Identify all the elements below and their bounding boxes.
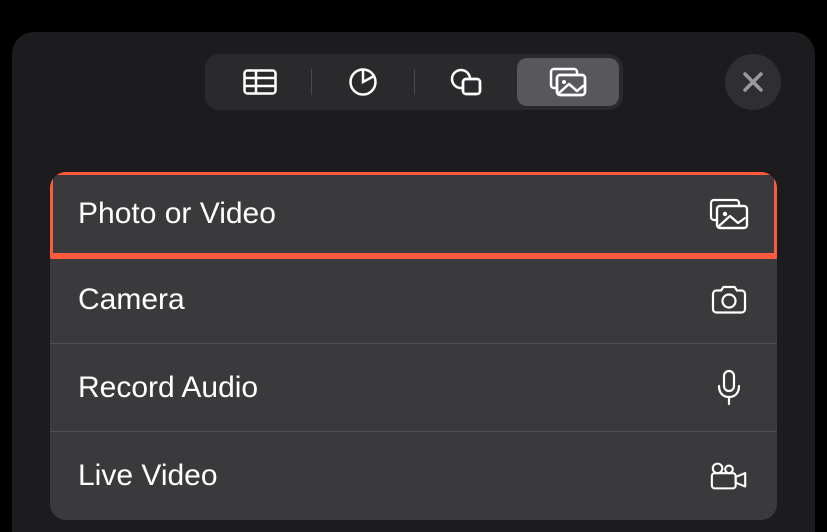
toolbar: [12, 54, 815, 110]
media-icon: [548, 62, 588, 102]
segmented-control: [205, 54, 623, 110]
menu-item-photo-video[interactable]: Photo or Video: [50, 172, 777, 259]
tab-table[interactable]: [209, 58, 311, 106]
table-icon: [240, 62, 280, 102]
menu-item-label: Camera: [78, 283, 185, 317]
pie-chart-icon: [343, 62, 383, 102]
menu-item-label: Photo or Video: [78, 197, 276, 231]
menu-item-record-audio[interactable]: Record Audio: [50, 344, 777, 432]
shapes-icon: [446, 62, 486, 102]
mic-icon: [709, 368, 749, 408]
menu-item-label: Live Video: [78, 459, 218, 493]
camera-icon: [709, 280, 749, 320]
insert-panel: Photo or Video Camera Recor: [12, 32, 815, 532]
media-icon: [709, 194, 749, 234]
media-menu: Photo or Video Camera Recor: [50, 172, 777, 520]
tab-shapes[interactable]: [415, 58, 517, 106]
menu-item-camera[interactable]: Camera: [50, 256, 777, 344]
tab-chart[interactable]: [312, 58, 414, 106]
menu-item-live-video[interactable]: Live Video: [50, 432, 777, 520]
tab-media[interactable]: [517, 58, 619, 106]
video-camera-icon: [709, 456, 749, 496]
close-button[interactable]: [725, 54, 781, 110]
close-icon: [742, 71, 764, 93]
menu-item-label: Record Audio: [78, 371, 258, 405]
